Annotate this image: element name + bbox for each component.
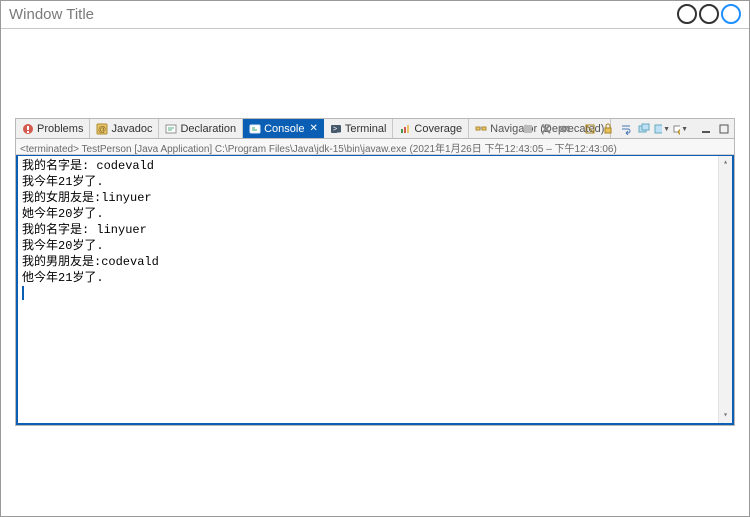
display-selected-button[interactable]: ▼ xyxy=(654,121,670,137)
tab-label: Problems xyxy=(37,123,83,135)
app-window: Window Title Problems @ Javadoc xyxy=(0,0,750,517)
coverage-icon xyxy=(399,123,411,135)
tab-coverage[interactable]: Coverage xyxy=(393,119,469,138)
remove-launch-button[interactable] xyxy=(538,121,554,137)
scroll-lock-button[interactable] xyxy=(600,121,616,137)
view-tabs: Problems @ Javadoc Declaration Console xyxy=(16,119,734,139)
tab-label: Coverage xyxy=(414,123,462,135)
scroll-up-button[interactable]: ▴ xyxy=(719,156,732,170)
chevron-down-icon: ▼ xyxy=(663,126,670,133)
console-line: 我的名字是: linyuer xyxy=(22,222,728,238)
status-text: <terminated> TestPerson [Java Applicatio… xyxy=(20,144,617,155)
window-title: Window Title xyxy=(9,6,94,23)
problems-icon xyxy=(22,123,34,135)
open-console-button[interactable]: ▼ xyxy=(672,121,688,137)
tab-declaration[interactable]: Declaration xyxy=(159,119,243,138)
title-bar: Window Title xyxy=(1,1,749,29)
minimize-view-button[interactable] xyxy=(698,121,714,137)
console-status: <terminated> TestPerson [Java Applicatio… xyxy=(16,139,734,155)
scroll-down-button[interactable]: ▾ xyxy=(719,409,732,423)
console-line: 我今年21岁了. xyxy=(22,174,728,190)
tab-label: Javadoc xyxy=(111,123,152,135)
navigator-icon xyxy=(475,123,487,135)
text-cursor xyxy=(22,286,24,300)
tab-label: Console xyxy=(264,123,304,135)
close-icon[interactable]: ✕ xyxy=(309,123,317,134)
svg-text:@: @ xyxy=(98,125,106,134)
chevron-down-icon: ▼ xyxy=(681,126,688,133)
title-circle-3[interactable] xyxy=(721,4,741,24)
terminal-icon: >_ xyxy=(330,123,342,135)
remove-all-button[interactable] xyxy=(556,121,572,137)
title-buttons xyxy=(677,4,741,24)
bottom-panel: Problems @ Javadoc Declaration Console xyxy=(15,118,735,426)
title-circle-1[interactable] xyxy=(677,4,697,24)
pin-console-button[interactable] xyxy=(636,121,652,137)
separator xyxy=(574,121,580,137)
console-line: 我的名字是: codevald xyxy=(22,158,728,174)
tab-terminal[interactable]: >_ Terminal xyxy=(324,119,394,138)
svg-text:>_: >_ xyxy=(333,126,341,133)
tab-problems[interactable]: Problems xyxy=(16,119,90,138)
terminate-button[interactable] xyxy=(520,121,536,137)
console-toolbar: ▼ ▼ xyxy=(520,119,732,139)
tab-console[interactable]: Console ✕ xyxy=(243,119,324,138)
console-line: 他今年21岁了. xyxy=(22,270,728,286)
tab-label: Terminal xyxy=(345,123,387,135)
console-line: 我的男朋友是:codevald xyxy=(22,254,728,270)
console-line: 她今年20岁了. xyxy=(22,206,728,222)
declaration-icon xyxy=(165,123,177,135)
javadoc-icon: @ xyxy=(96,123,108,135)
console-line: 我的女朋友是:linyuer xyxy=(22,190,728,206)
tab-javadoc[interactable]: @ Javadoc xyxy=(90,119,159,138)
clear-console-button[interactable] xyxy=(582,121,598,137)
tab-label: Declaration xyxy=(180,123,236,135)
console-icon xyxy=(249,123,261,135)
word-wrap-button[interactable] xyxy=(618,121,634,137)
console-line: 我今年20岁了. xyxy=(22,238,728,254)
console-output[interactable]: 我的名字是: codevald 我今年21岁了. 我的女朋友是:linyuer … xyxy=(16,155,734,425)
separator xyxy=(690,121,696,137)
title-circle-2[interactable] xyxy=(699,4,719,24)
vertical-scrollbar[interactable]: ▴ ▾ xyxy=(718,156,732,423)
maximize-view-button[interactable] xyxy=(716,121,732,137)
